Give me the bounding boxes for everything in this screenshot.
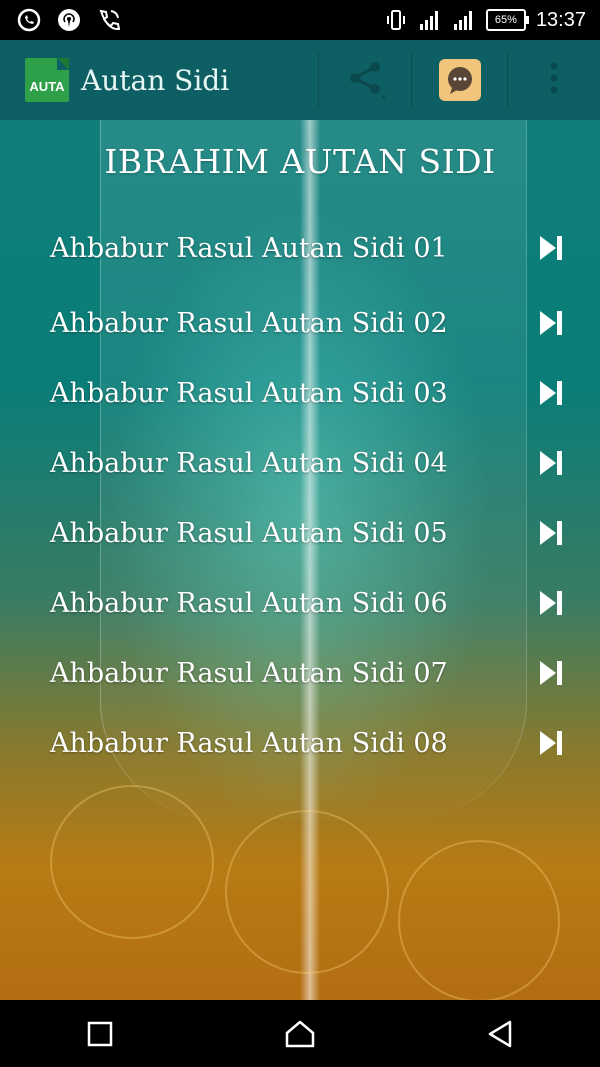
track-label: Ahbabur Rasul Autan Sidi 05 <box>50 517 448 549</box>
home-icon <box>285 1020 315 1047</box>
track-row[interactable]: Ahbabur Rasul Autan Sidi 06 <box>0 575 600 631</box>
app-title: Autan Sidi <box>81 63 230 97</box>
track-label: Ahbabur Rasul Autan Sidi 03 <box>50 377 448 409</box>
overflow-menu-icon <box>549 60 559 100</box>
recent-apps-button[interactable] <box>80 1014 120 1054</box>
chat-icon <box>438 59 481 101</box>
clock: 13:37 <box>535 8 586 31</box>
battery-level: 65% <box>494 14 517 26</box>
app-bar: AUTA Autan Sidi <box>0 40 600 120</box>
play-next-icon[interactable] <box>538 519 564 547</box>
track-row[interactable]: Ahbabur Rasul Autan Sidi 03 <box>0 365 600 421</box>
app-logo-text: AUTA <box>29 79 65 94</box>
play-next-icon[interactable] <box>538 379 564 407</box>
signal-icon <box>452 8 476 32</box>
back-icon <box>488 1020 512 1047</box>
track-label: Ahbabur Rasul Autan Sidi 02 <box>50 307 448 339</box>
track-label: Ahbabur Rasul Autan Sidi 04 <box>50 447 448 479</box>
navigation-bar <box>0 1000 600 1067</box>
status-bar: 65% 13:37 <box>0 0 600 40</box>
play-next-icon[interactable] <box>538 309 564 337</box>
track-label: Ahbabur Rasul Autan Sidi 07 <box>50 657 448 689</box>
back-button[interactable] <box>480 1014 520 1054</box>
signal-icon <box>418 8 442 32</box>
track-row[interactable]: Ahbabur Rasul Autan Sidi 07 <box>0 645 600 701</box>
track-row[interactable]: Ahbabur Rasul Autan Sidi 05 <box>0 505 600 561</box>
share-icon <box>345 58 387 102</box>
recent-apps-icon <box>87 1021 113 1046</box>
whatsapp-icon <box>16 7 42 33</box>
track-label: Ahbabur Rasul Autan Sidi 06 <box>50 587 448 619</box>
overflow-menu-button[interactable] <box>538 52 570 108</box>
vibrate-icon <box>384 8 408 32</box>
play-next-icon[interactable] <box>538 449 564 477</box>
track-row[interactable]: Ahbabur Rasul Autan Sidi 01 <box>0 220 600 276</box>
track-row[interactable]: Ahbabur Rasul Autan Sidi 08 <box>0 715 600 771</box>
battery-indicator: 65% <box>485 9 529 31</box>
background-ring <box>225 810 389 974</box>
chat-button[interactable] <box>412 52 508 108</box>
play-next-icon[interactable] <box>538 234 564 262</box>
phone-call-icon <box>96 7 122 33</box>
background-ring <box>50 785 214 939</box>
page-heading: IBRAHIM AUTAN SIDI <box>104 142 496 181</box>
track-label: Ahbabur Rasul Autan Sidi 08 <box>50 727 448 759</box>
track-row[interactable]: Ahbabur Rasul Autan Sidi 04 <box>0 435 600 491</box>
track-row[interactable]: Ahbabur Rasul Autan Sidi 02 <box>0 295 600 351</box>
background-ring <box>398 840 560 1000</box>
share-button[interactable] <box>318 52 412 108</box>
hotspot-icon <box>56 7 82 33</box>
play-next-icon[interactable] <box>538 729 564 757</box>
play-next-icon[interactable] <box>538 589 564 617</box>
home-button[interactable] <box>280 1014 320 1054</box>
track-label: Ahbabur Rasul Autan Sidi 01 <box>50 232 448 264</box>
track-list-screen: IBRAHIM AUTAN SIDI Ahbabur Rasul Autan S… <box>0 120 600 1000</box>
play-next-icon[interactable] <box>538 659 564 687</box>
app-logo: AUTA <box>25 58 69 102</box>
